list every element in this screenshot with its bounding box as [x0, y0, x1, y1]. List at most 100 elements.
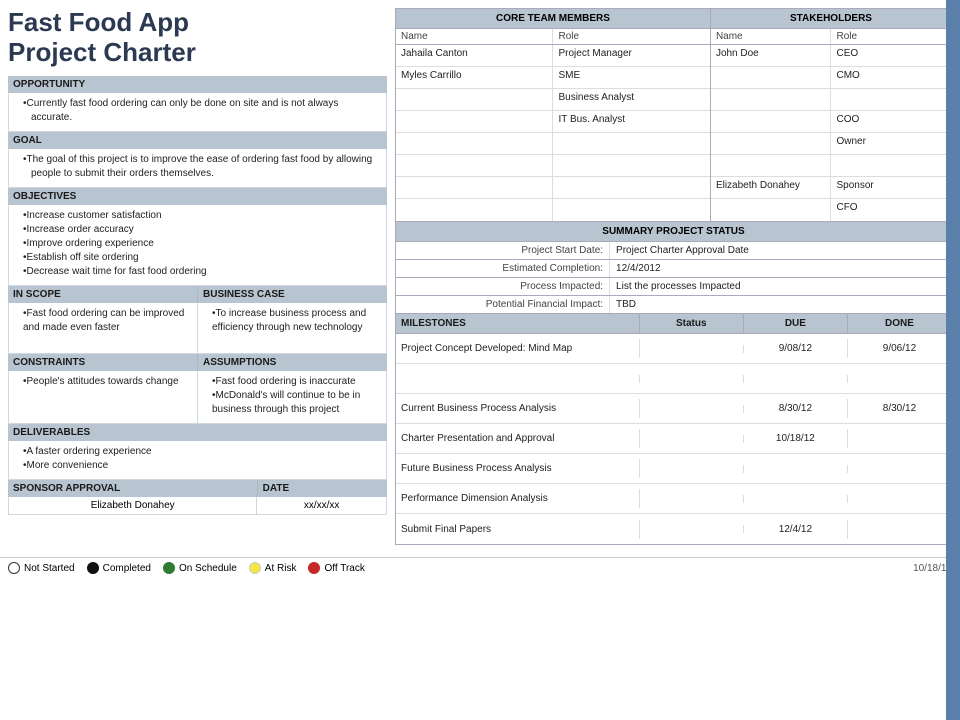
- milestone-status: [640, 345, 744, 353]
- stakeholder-col1: Name: [711, 29, 832, 44]
- stakeholder-name: John Doe: [711, 45, 832, 66]
- table-row: Owner: [711, 133, 951, 155]
- assumption-item: •McDonald's will continue to be in busin…: [212, 389, 381, 417]
- milestone-done: [848, 525, 951, 533]
- milestone-name: Charter Presentation and Approval: [396, 429, 640, 448]
- milestone-due: 12/4/12: [744, 520, 848, 539]
- milestones-col-status: Status: [640, 314, 744, 333]
- legend-label: At Risk: [265, 563, 297, 574]
- goal-body: •The goal of this project is to improve …: [8, 149, 387, 188]
- team-name: [396, 155, 553, 176]
- sponsor-row: Elizabeth Donahey xx/xx/xx: [8, 497, 387, 515]
- milestone-row: Current Business Process Analysis 8/30/1…: [396, 394, 951, 424]
- objective-item: •Establish off site ordering: [23, 251, 381, 265]
- stakeholder-col2: Role: [831, 29, 951, 44]
- side-accent: [946, 0, 960, 720]
- milestone-name: Performance Dimension Analysis: [396, 489, 640, 508]
- team-role: SME: [553, 67, 709, 88]
- team-name: Jahaila Canton: [396, 45, 553, 66]
- sponsor-headers: SPONSOR APPROVAL DATE: [8, 480, 387, 497]
- summary-value: List the processes Impacted: [610, 278, 951, 295]
- milestone-done: [848, 465, 951, 473]
- constraints-assumptions-headers: CONSTRAINTS ASSUMPTIONS: [8, 354, 387, 371]
- milestone-name: Future Business Process Analysis: [396, 459, 640, 478]
- team-role: Business Analyst: [553, 89, 709, 110]
- milestone-status: [640, 435, 744, 443]
- summary-value: Project Charter Approval Date: [610, 242, 951, 259]
- core-team-table: CORE TEAM MEMBERS Name Role Jahaila Cant…: [396, 9, 711, 221]
- legend-item: On Schedule: [163, 562, 237, 574]
- milestone-row: Charter Presentation and Approval 10/18/…: [396, 424, 951, 454]
- title-block: Fast Food App Project Charter: [8, 8, 387, 68]
- team-role: [553, 177, 709, 198]
- legend-item: Completed: [87, 562, 151, 574]
- legend-circle: [8, 562, 20, 574]
- deliverable-item: •More convenience: [23, 459, 381, 473]
- core-team-title: CORE TEAM MEMBERS: [396, 9, 710, 29]
- legend-item: Off Track: [308, 562, 364, 574]
- milestone-done: 9/06/12: [848, 339, 951, 358]
- milestone-row: Performance Dimension Analysis: [396, 484, 951, 514]
- deliverables-section: DELIVERABLES •A faster ordering experien…: [8, 424, 387, 480]
- stakeholder-name: [711, 89, 832, 110]
- milestone-done: [848, 495, 951, 503]
- milestones-table: MILESTONES Status DUE DONE Project Conce…: [395, 314, 952, 545]
- constraints-assumptions-body: •People's attitudes towards change •Fast…: [8, 371, 387, 424]
- milestone-done: [848, 375, 951, 383]
- stakeholder-rows: John DoeCEOCMO COOOwner Elizabeth DonaheyS…: [711, 45, 951, 221]
- summary-label: Process Impacted:: [396, 278, 610, 295]
- table-row: [711, 155, 951, 177]
- stakeholder-table: STAKEHOLDERS Name Role John DoeCEOCMOCOO…: [711, 9, 951, 221]
- legend-circle: [308, 562, 320, 574]
- summary-rows: Project Start Date:Project Charter Appro…: [395, 242, 952, 314]
- stakeholder-name: Elizabeth Donahey: [711, 177, 832, 198]
- constraint-item: •People's attitudes towards change: [23, 375, 192, 389]
- summary-label: Potential Financial Impact:: [396, 296, 610, 313]
- milestone-due: [744, 495, 848, 503]
- stakeholder-role: Sponsor: [831, 177, 951, 198]
- legend-circle: [87, 562, 99, 574]
- sponsor-name: Elizabeth Donahey: [9, 497, 257, 514]
- deliverable-item: •A faster ordering experience: [23, 445, 381, 459]
- objective-item: •Increase order accuracy: [23, 223, 381, 237]
- objective-item: •Increase customer satisfaction: [23, 209, 381, 223]
- businesscase-header: BUSINESS CASE: [198, 286, 387, 303]
- opportunity-section: OPPORTUNITY •Currently fast food orderin…: [8, 76, 387, 132]
- assumption-item: •Fast food ordering is inaccurate: [212, 375, 381, 389]
- footer: Not Started Completed On Schedule At Risk Of…: [0, 557, 960, 578]
- milestone-row: Project Concept Developed: Mind Map 9/08…: [396, 334, 951, 364]
- legend-label: On Schedule: [179, 563, 237, 574]
- milestone-name: Project Concept Developed: Mind Map: [396, 339, 640, 358]
- milestones-col-due: DUE: [744, 314, 848, 333]
- table-row: [711, 89, 951, 111]
- objective-item: •Decrease wait time for fast food orderi…: [23, 265, 381, 279]
- summary-label: Project Start Date:: [396, 242, 610, 259]
- table-row: [396, 199, 710, 221]
- team-name: Myles Carrillo: [396, 67, 553, 88]
- opportunity-header: OPPORTUNITY: [8, 76, 387, 93]
- team-name: [396, 111, 553, 132]
- milestone-row: Future Business Process Analysis: [396, 454, 951, 484]
- milestone-status: [640, 525, 744, 533]
- milestone-name: Current Business Process Analysis: [396, 399, 640, 418]
- milestone-due: [744, 375, 848, 383]
- milestone-name: [396, 375, 640, 383]
- table-row: COO: [711, 111, 951, 133]
- team-role: IT Bus. Analyst: [553, 111, 709, 132]
- stakeholder-role: CEO: [831, 45, 951, 66]
- summary-value: TBD: [610, 296, 951, 313]
- table-row: John DoeCEO: [711, 45, 951, 67]
- milestone-rows: Project Concept Developed: Mind Map 9/08…: [396, 334, 951, 544]
- team-role: [553, 133, 709, 154]
- top-tables: CORE TEAM MEMBERS Name Role Jahaila Cant…: [395, 8, 952, 222]
- legend-item: Not Started: [8, 562, 75, 574]
- inscope-item: •Fast food ordering can be improved and …: [23, 307, 192, 335]
- goal-header: GOAL: [8, 132, 387, 149]
- businesscase-item: •To increase business process and effici…: [212, 307, 381, 335]
- milestone-done: 8/30/12: [848, 399, 951, 418]
- summary-row: Potential Financial Impact:TBD: [395, 296, 952, 314]
- table-row: CFO: [711, 199, 951, 221]
- milestone-name: Submit Final Papers: [396, 520, 640, 539]
- milestone-done: [848, 435, 951, 443]
- table-row: CMO: [711, 67, 951, 89]
